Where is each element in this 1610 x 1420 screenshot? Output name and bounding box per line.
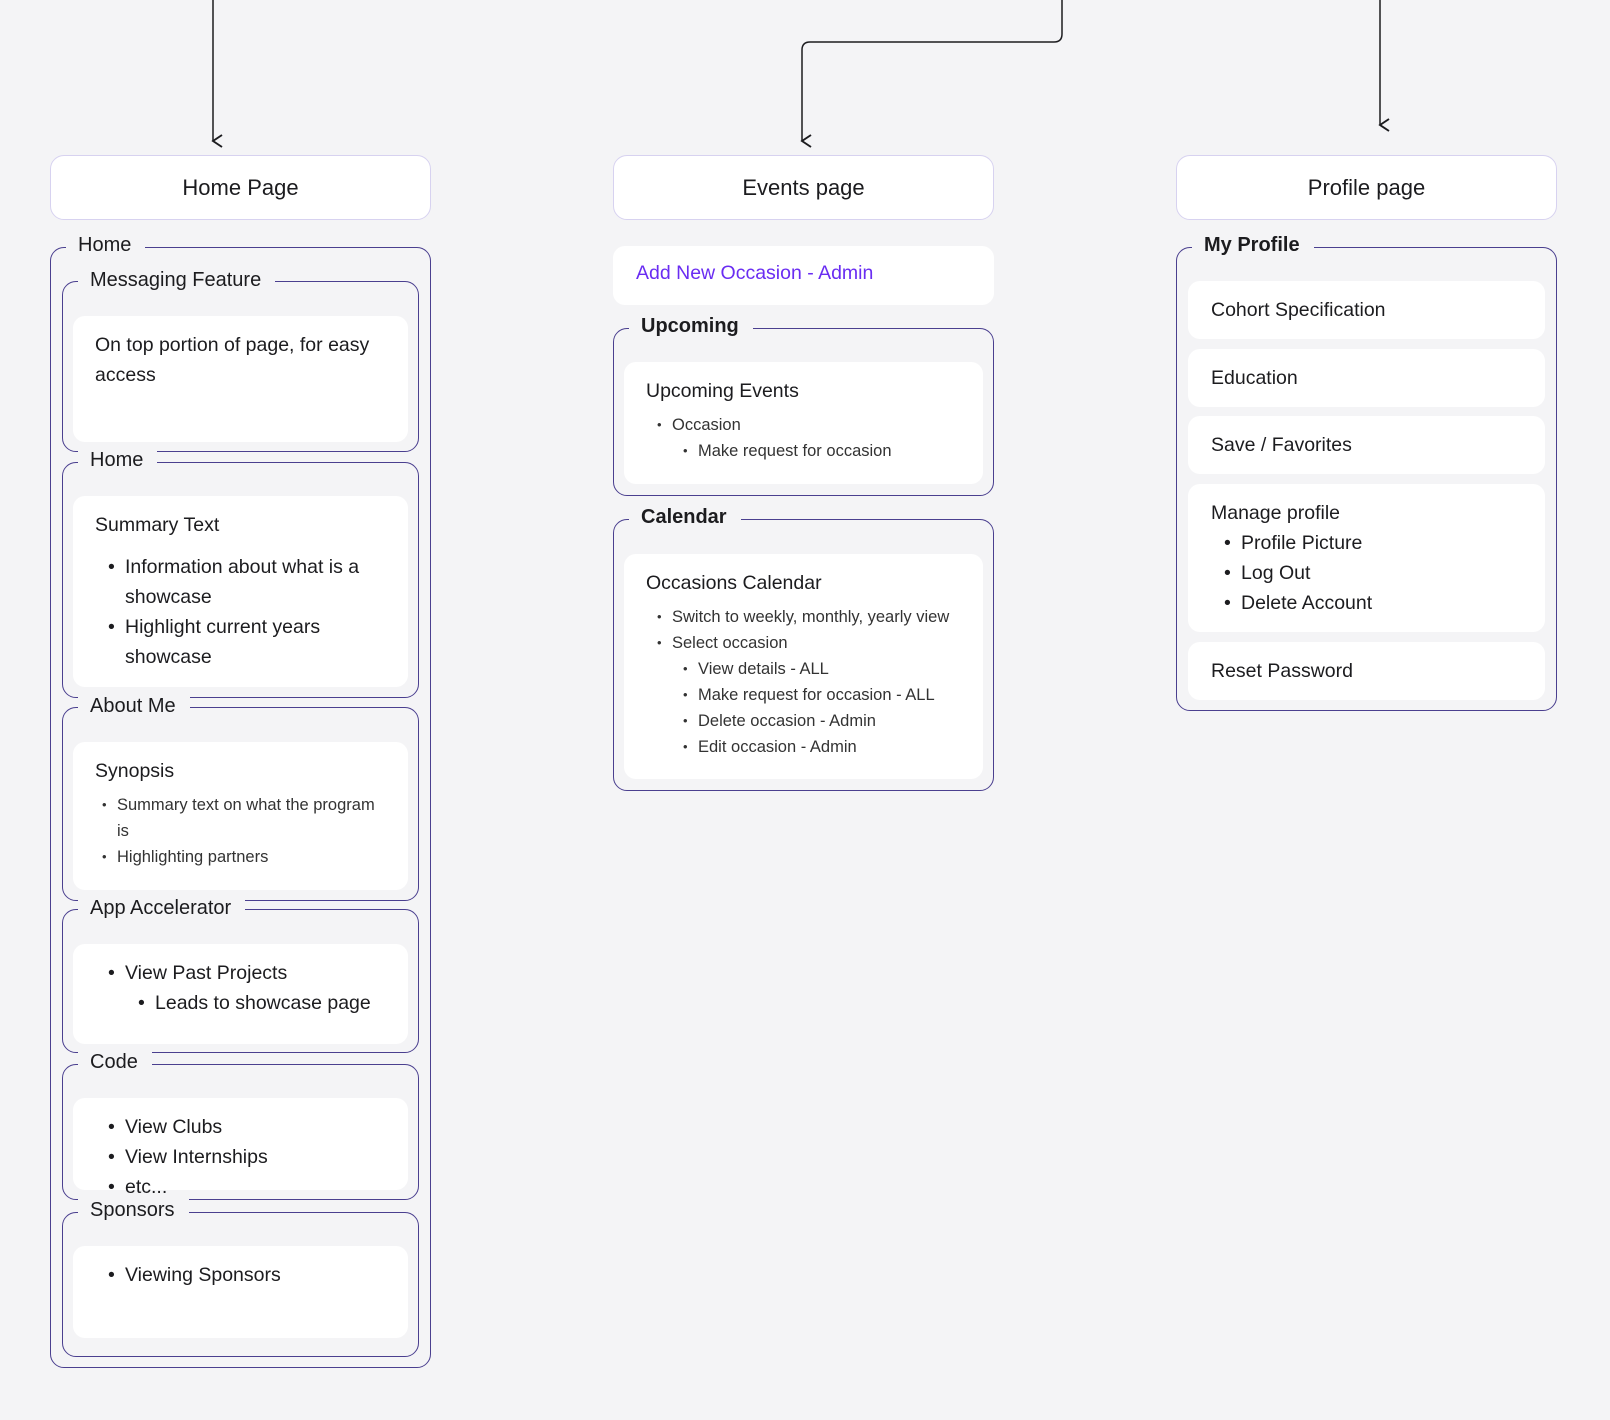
list-item: Occasion <box>657 412 961 438</box>
calendar-card: Occasions Calendar Switch to weekly, mon… <box>624 554 983 779</box>
education-text: Education <box>1211 367 1298 389</box>
home-page-title[interactable]: Home Page <box>50 155 431 220</box>
accelerator-label: App Accelerator <box>78 895 246 921</box>
list-item[interactable]: Log Out <box>1224 558 1522 588</box>
list-item: Select occasion <box>657 630 961 656</box>
code-label: Code <box>78 1049 152 1075</box>
reset-password-text: Reset Password <box>1211 660 1353 682</box>
list-item[interactable]: Delete Account <box>1224 588 1522 618</box>
list-item: Highlighting partners <box>102 844 386 870</box>
list-item: Viewing Sponsors <box>108 1260 386 1290</box>
home-page-title-text: Home Page <box>182 174 299 200</box>
messaging-card: On top portion of page, for easy access <box>73 316 408 442</box>
upcoming-label: Upcoming <box>629 313 753 339</box>
manage-profile-heading: Manage profile <box>1211 502 1340 524</box>
list-item: View Internships <box>108 1142 386 1172</box>
home-section-label: Home <box>78 447 158 473</box>
summary-card: Summary Text Information about what is a… <box>73 496 408 687</box>
sponsors-label: Sponsors <box>78 1197 189 1223</box>
events-page-title[interactable]: Events page <box>613 155 994 220</box>
my-profile-label: My Profile <box>1192 232 1314 258</box>
manage-profile-card: Manage profile Profile Picture Log Out D… <box>1188 484 1545 632</box>
accelerator-card: View Past Projects Leads to showcase pag… <box>73 944 408 1044</box>
favorites-item[interactable]: Save / Favorites <box>1188 416 1545 474</box>
calendar-label: Calendar <box>629 504 741 530</box>
synopsis-card: Synopsis Summary text on what the progra… <box>73 742 408 890</box>
list-item: Leads to showcase page <box>138 988 386 1018</box>
list-item: Delete occasion - Admin <box>683 708 961 734</box>
add-occasion-button[interactable]: Add New Occasion - Admin <box>613 246 994 305</box>
events-page-title-text: Events page <box>742 174 865 200</box>
cohort-specification-text: Cohort Specification <box>1211 299 1386 321</box>
list-item: View Clubs <box>108 1112 386 1142</box>
profile-page-title-text: Profile page <box>1307 174 1426 200</box>
code-card: View Clubs View Internships etc... <box>73 1098 408 1202</box>
profile-page-title[interactable]: Profile page <box>1176 155 1557 220</box>
home-outer-label: Home <box>66 232 146 258</box>
messaging-text: On top portion of page, for easy access <box>95 334 370 386</box>
reset-password-item[interactable]: Reset Password <box>1188 642 1545 700</box>
list-item: Switch to weekly, monthly, yearly view <box>657 604 961 630</box>
calendar-heading: Occasions Calendar <box>646 572 822 594</box>
upcoming-heading: Upcoming Events <box>646 380 799 402</box>
upcoming-card: Upcoming Events Occasion Make request fo… <box>624 362 983 484</box>
cohort-specification-item[interactable]: Cohort Specification <box>1188 281 1545 339</box>
messaging-label: Messaging Feature <box>78 267 276 293</box>
list-item: View details - ALL <box>683 656 961 682</box>
list-item: View Past Projects <box>108 958 386 988</box>
education-item[interactable]: Education <box>1188 349 1545 407</box>
list-item: Make request for occasion - ALL <box>683 682 961 708</box>
arrow-to-events <box>802 0 1063 141</box>
list-item: Summary text on what the program is <box>102 792 386 844</box>
about-label: About Me <box>78 693 190 719</box>
favorites-text: Save / Favorites <box>1211 434 1352 456</box>
synopsis-heading: Synopsis <box>95 760 175 782</box>
sponsors-card: Viewing Sponsors <box>73 1246 408 1338</box>
add-occasion-link[interactable]: Add New Occasion - Admin <box>636 258 971 288</box>
list-item[interactable]: Profile Picture <box>1224 528 1522 558</box>
list-item: Make request for occasion <box>683 438 961 464</box>
list-item: Highlight current years showcase <box>108 612 386 672</box>
summary-heading: Summary Text <box>95 514 220 536</box>
list-item: Edit occasion - Admin <box>683 734 961 760</box>
list-item: Information about what is a showcase <box>108 552 386 612</box>
